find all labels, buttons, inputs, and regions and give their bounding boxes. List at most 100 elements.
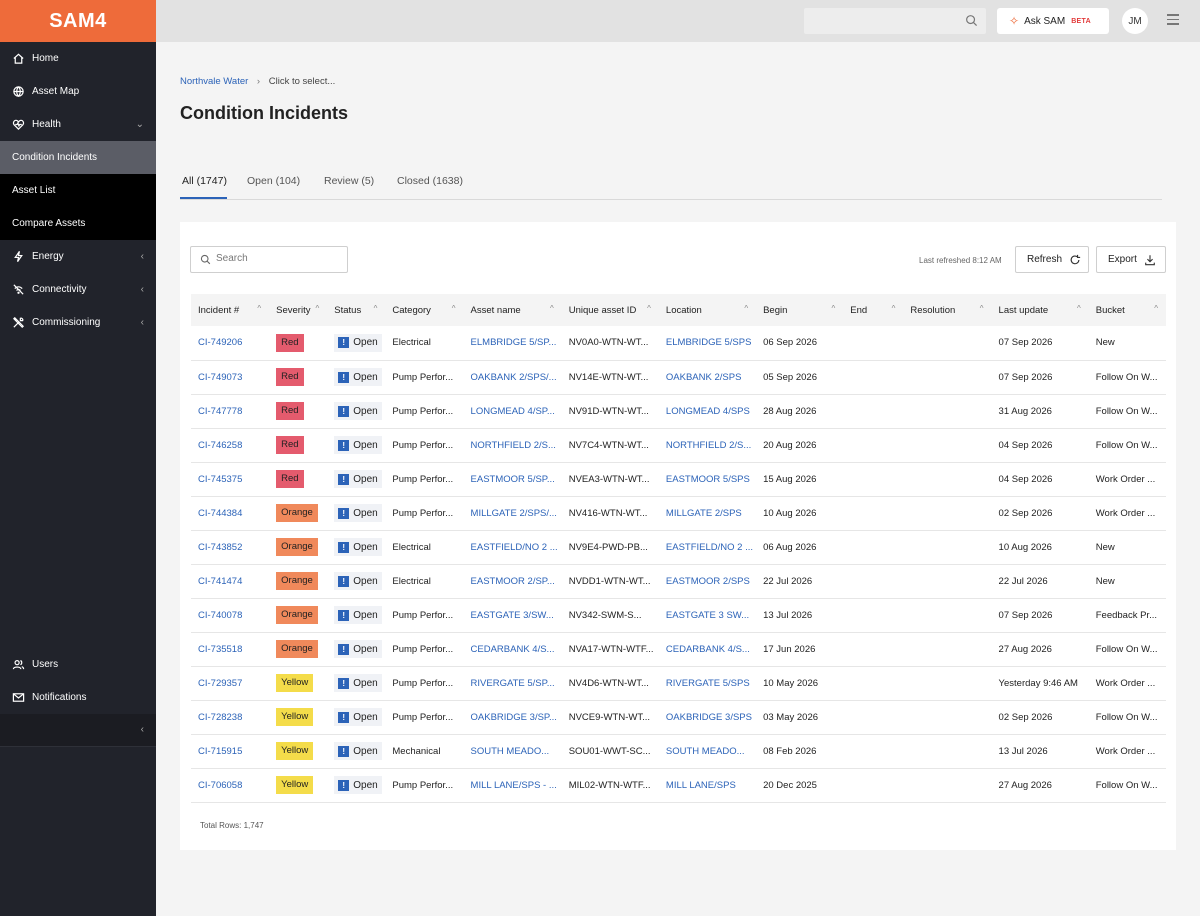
location-link[interactable]: NORTHFIELD 2/S... <box>659 428 756 462</box>
asset-name-link[interactable]: OAKBRIDGE 3/SP... <box>464 700 562 734</box>
asset-name-link[interactable]: OAKBANK 2/SPS/... <box>464 360 562 394</box>
column-header[interactable]: Resolution ^ <box>903 294 991 326</box>
column-header[interactable]: Location ^ <box>659 294 756 326</box>
asset-name-link[interactable]: CEDARBANK 4/S... <box>464 632 562 666</box>
location-link[interactable]: OAKBRIDGE 3/SPS <box>659 700 756 734</box>
tab-open[interactable]: Open (104) <box>247 175 300 187</box>
table-row[interactable]: CI-741474 Orange! Open Electrical EASTMOOR 2… <box>191 564 1166 598</box>
incident-link[interactable]: CI-706058 <box>191 768 269 802</box>
table-row[interactable]: CI-749206 Red! Open Electrical ELMBRIDGE 5/S… <box>191 326 1166 360</box>
sidebar-item-commissioning[interactable]: Commissioning ‹ <box>0 306 156 339</box>
location-link[interactable]: EASTFIELD/NO 2 ... <box>659 530 756 564</box>
asset-name-link[interactable]: RIVERGATE 5/SP... <box>464 666 562 700</box>
column-header[interactable]: Incident # ^ <box>191 294 269 326</box>
incident-link[interactable]: CI-747778 <box>191 394 269 428</box>
table-row[interactable]: CI-746258 Red! Open Pump Perfor... NORTHFIEL… <box>191 428 1166 462</box>
sidebar-item-energy[interactable]: Energy ‹ <box>0 240 156 273</box>
incident-link[interactable]: CI-745375 <box>191 462 269 496</box>
app-logo[interactable]: SAM4 <box>0 0 156 42</box>
sidebar-item-health[interactable]: Health ⌄ <box>0 108 156 141</box>
search-input[interactable] <box>216 253 336 264</box>
tab-review[interactable]: Review (5) <box>324 175 374 187</box>
sort-icon[interactable]: ^ <box>316 304 320 313</box>
sort-icon[interactable]: ^ <box>744 304 748 313</box>
column-header[interactable]: Last update ^ <box>992 294 1089 326</box>
incident-link[interactable]: CI-740078 <box>191 598 269 632</box>
asset-name-link[interactable]: SOUTH MEADO... <box>464 734 562 768</box>
location-link[interactable]: OAKBANK 2/SPS <box>659 360 756 394</box>
sort-icon[interactable]: ^ <box>374 304 378 313</box>
table-row[interactable]: CI-735518 Orange! Open Pump Perfor... CEDARB… <box>191 632 1166 666</box>
sidebar-item-notifications[interactable]: Notifications <box>0 681 156 714</box>
table-row[interactable]: CI-715915 Yellow! Open Mechanical SOUTH MEAD… <box>191 734 1166 768</box>
tab-closed[interactable]: Closed (1638) <box>397 175 463 187</box>
location-link[interactable]: MILLGATE 2/SPS <box>659 496 756 530</box>
sidebar-item-condition-incidents[interactable]: Condition Incidents <box>0 141 156 174</box>
table-row[interactable]: CI-706058 Yellow! Open Pump Perfor... MILL L… <box>191 768 1166 802</box>
asset-name-link[interactable]: ELMBRIDGE 5/SP... <box>464 326 562 360</box>
incident-link[interactable]: CI-728238 <box>191 700 269 734</box>
asset-name-link[interactable]: EASTMOOR 2/SP... <box>464 564 562 598</box>
avatar[interactable]: JM <box>1122 8 1148 34</box>
location-link[interactable]: SOUTH MEADO... <box>659 734 756 768</box>
location-link[interactable]: CEDARBANK 4/S... <box>659 632 756 666</box>
asset-name-link[interactable]: MILLGATE 2/SPS/... <box>464 496 562 530</box>
breadcrumb-root-link[interactable]: Northvale Water <box>180 76 248 87</box>
sidebar-item-compare-assets[interactable]: Compare Assets <box>0 207 156 240</box>
hamburger-menu-icon[interactable] <box>1167 14 1179 28</box>
sort-icon[interactable]: ^ <box>452 304 456 313</box>
location-link[interactable]: EASTMOOR 2/SPS <box>659 564 756 598</box>
sort-icon[interactable]: ^ <box>1077 304 1081 313</box>
table-row[interactable]: CI-745375 Red! Open Pump Perfor... EASTMOOR … <box>191 462 1166 496</box>
incident-link[interactable]: CI-746258 <box>191 428 269 462</box>
table-row[interactable]: CI-743852 Orange! Open Electrical EASTFIELD/… <box>191 530 1166 564</box>
asset-name-link[interactable]: NORTHFIELD 2/S... <box>464 428 562 462</box>
column-header[interactable]: Bucket ^ <box>1089 294 1166 326</box>
sort-icon[interactable]: ^ <box>832 304 836 313</box>
table-row[interactable]: CI-747778 Red! Open Pump Perfor... LONGMEAD … <box>191 394 1166 428</box>
location-link[interactable]: EASTMOOR 5/SPS <box>659 462 756 496</box>
incident-link[interactable]: CI-744384 <box>191 496 269 530</box>
breadcrumb-current[interactable]: Click to select... <box>269 76 336 87</box>
sort-icon[interactable]: ^ <box>980 304 984 313</box>
sidebar-item-asset-map[interactable]: Asset Map <box>0 75 156 108</box>
asset-name-link[interactable]: LONGMEAD 4/SP... <box>464 394 562 428</box>
sidebar-item-home[interactable]: Home <box>0 42 156 75</box>
column-header[interactable]: Unique asset ID ^ <box>562 294 659 326</box>
sort-icon[interactable]: ^ <box>550 304 554 313</box>
table-row[interactable]: CI-744384 Orange! Open Pump Perfor... MILLGA… <box>191 496 1166 530</box>
location-link[interactable]: ELMBRIDGE 5/SPS <box>659 326 756 360</box>
table-search-field[interactable] <box>190 246 348 273</box>
incident-link[interactable]: CI-729357 <box>191 666 269 700</box>
incident-link[interactable]: CI-749073 <box>191 360 269 394</box>
export-button[interactable]: Export <box>1096 246 1166 273</box>
ask-sam-button[interactable]: ✧ Ask SAM BETA <box>997 8 1109 34</box>
table-row[interactable]: CI-740078 Orange! Open Pump Perfor... EASTGA… <box>191 598 1166 632</box>
asset-name-link[interactable]: EASTFIELD/NO 2 ... <box>464 530 562 564</box>
incident-link[interactable]: CI-715915 <box>191 734 269 768</box>
incident-link[interactable]: CI-743852 <box>191 530 269 564</box>
table-row[interactable]: CI-749073 Red! Open Pump Perfor... OAKBANK 2… <box>191 360 1166 394</box>
asset-name-link[interactable]: EASTMOOR 5/SP... <box>464 462 562 496</box>
incident-link[interactable]: CI-749206 <box>191 326 269 360</box>
sort-icon[interactable]: ^ <box>892 304 896 313</box>
table-row[interactable]: CI-728238 Yellow! Open Pump Perfor... OAKBRI… <box>191 700 1166 734</box>
incident-link[interactable]: CI-735518 <box>191 632 269 666</box>
location-link[interactable]: EASTGATE 3 SW... <box>659 598 756 632</box>
sort-icon[interactable]: ^ <box>1154 304 1158 313</box>
sort-icon[interactable]: ^ <box>257 304 261 313</box>
sidebar-item-connectivity[interactable]: Connectivity ‹ <box>0 273 156 306</box>
tab-all[interactable]: All (1747) <box>182 175 227 187</box>
column-header[interactable]: Status ^ <box>327 294 385 326</box>
column-header[interactable]: End ^ <box>843 294 903 326</box>
location-link[interactable]: MILL LANE/SPS <box>659 768 756 802</box>
incident-link[interactable]: CI-741474 <box>191 564 269 598</box>
global-search-input[interactable] <box>804 8 986 34</box>
sidebar-item-users[interactable]: Users <box>0 648 156 681</box>
sidebar-collapse-button[interactable]: ‹ <box>0 714 156 747</box>
location-link[interactable]: RIVERGATE 5/SPS <box>659 666 756 700</box>
refresh-button[interactable]: Refresh <box>1015 246 1089 273</box>
sidebar-item-asset-list[interactable]: Asset List <box>0 174 156 207</box>
column-header[interactable]: Severity ^ <box>269 294 327 326</box>
asset-name-link[interactable]: MILL LANE/SPS - ... <box>464 768 562 802</box>
